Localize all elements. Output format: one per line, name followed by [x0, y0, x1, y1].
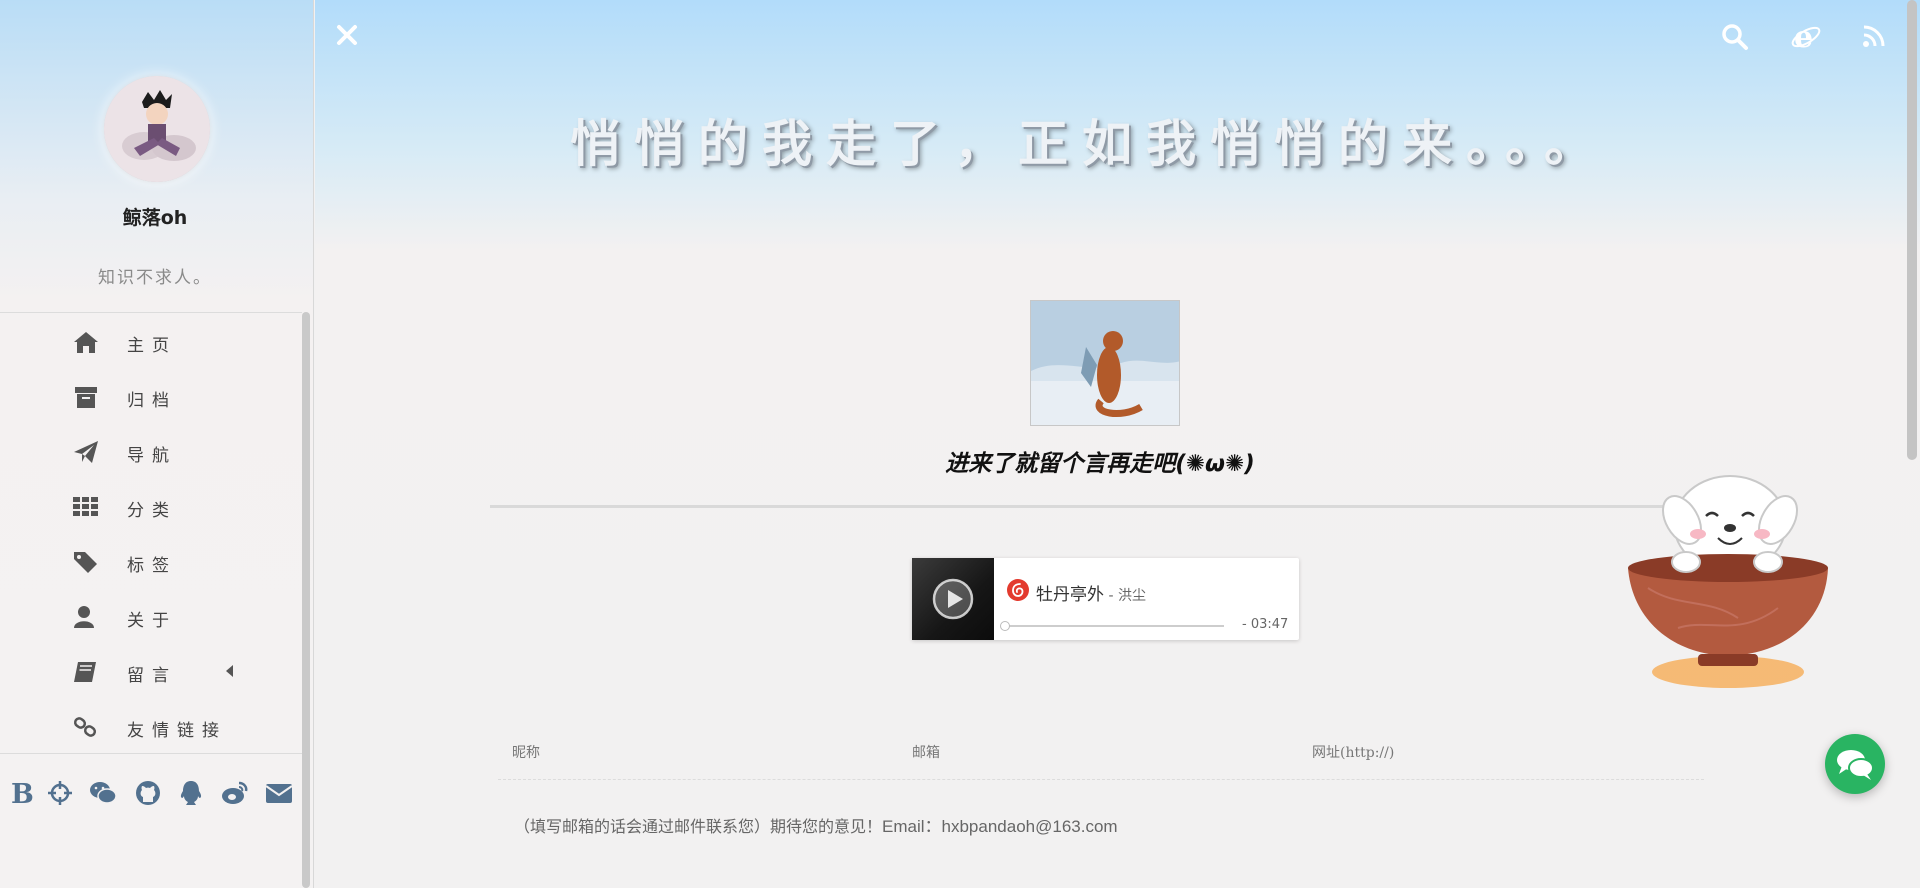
grid-icon — [73, 497, 98, 516]
github-icon[interactable] — [133, 778, 163, 808]
sidebar-item-home[interactable]: 主页 — [0, 314, 302, 369]
nickname-placeholder: 昵称 — [512, 745, 540, 761]
song-title: 牡丹亭外 - 洪尘 — [1036, 580, 1146, 605]
music-player: 牡丹亭外 - 洪尘 - 03:47 — [912, 558, 1299, 640]
page-headline: 悄悄的我走了，正如我悄悄的来。。。 — [570, 114, 1608, 173]
progress-bar[interactable] — [1004, 625, 1224, 627]
sidebar-menu: 主页 归档 导航 分类 标签 关于 留言 友情链接 — [0, 314, 302, 754]
chat-button[interactable] — [1825, 734, 1885, 794]
crosshair-icon[interactable] — [45, 778, 75, 808]
website-placeholder: 网址(http://) — [1312, 745, 1395, 761]
sidebar-item-guestbook[interactable]: 留言 — [0, 644, 302, 699]
paper-plane-icon — [74, 441, 98, 463]
divider — [0, 753, 302, 754]
dog-bowl-mascot — [1628, 475, 1828, 688]
bilibili-icon[interactable]: B — [8, 778, 38, 808]
user-icon — [74, 606, 94, 628]
divider — [0, 312, 302, 313]
chat-icon — [1837, 750, 1874, 780]
sidebar-item-categories[interactable]: 分类 — [0, 479, 302, 534]
netease-music-icon — [1007, 579, 1029, 601]
sidebar-item-label: 留言 — [127, 666, 177, 686]
album-cover[interactable] — [912, 558, 994, 640]
qq-icon[interactable] — [176, 778, 206, 808]
svg-text:B: B — [11, 779, 34, 808]
rss-icon[interactable] — [1862, 24, 1886, 48]
sidebar-item-archive[interactable]: 归档 — [0, 369, 302, 424]
sidebar-scrollbar[interactable] — [302, 312, 310, 888]
sidebar-item-label: 导航 — [127, 446, 177, 466]
ie-icon[interactable]: e — [1790, 21, 1822, 53]
comment-notice: （填写邮箱的话会通过邮件联系您）期待您的意见！Email：hxbpandaoh@… — [514, 812, 1118, 837]
nickname-field[interactable]: 昵称 — [512, 736, 892, 780]
sidebar-item-label: 标签 — [127, 556, 177, 576]
sidebar-item-links[interactable]: 友情链接 — [0, 699, 302, 754]
social-links: B — [0, 778, 302, 814]
sidebar-item-nav[interactable]: 导航 — [0, 424, 302, 479]
author-motto: 知识不求人。 — [98, 268, 212, 288]
sidebar-item-label: 关于 — [127, 611, 177, 631]
guestbook-invite: 进来了就留个言再走吧(✺ω✺) — [945, 451, 1255, 477]
sidebar-item-label: 分类 — [127, 501, 177, 521]
song-time: - 03:47 — [1242, 617, 1289, 632]
sidebar-item-label: 友情链接 — [127, 721, 227, 741]
sidebar-item-label: 归档 — [127, 391, 177, 411]
book-icon — [74, 662, 96, 682]
page-scrollbar[interactable] — [1907, 0, 1917, 460]
song-name: 牡丹亭外 — [1036, 585, 1104, 605]
search-icon[interactable] — [1720, 22, 1750, 52]
notice-text: （填写邮箱的话会通过邮件联系您）期待您的意见！ — [514, 817, 883, 836]
home-icon — [74, 332, 98, 353]
song-artist: - 洪尘 — [1104, 588, 1146, 604]
email-field[interactable]: 邮箱 — [912, 736, 1292, 780]
website-field[interactable]: 网址(http://) — [1312, 736, 1692, 780]
progress-handle[interactable] — [1000, 621, 1010, 631]
close-icon[interactable] — [334, 22, 360, 48]
notice-email: Email：hxbpandaoh@163.com — [882, 817, 1118, 836]
email-placeholder: 邮箱 — [912, 745, 940, 761]
link-icon — [73, 717, 97, 737]
mail-icon[interactable] — [264, 778, 294, 808]
form-underline — [498, 779, 1704, 780]
sidebar: 鲸落oh 知识不求人。 主页 归档 导航 分类 标签 关于 留言 友情链接 B — [0, 0, 314, 888]
avatar[interactable] — [104, 76, 210, 182]
weasel-gif — [1030, 300, 1180, 426]
play-icon[interactable] — [932, 578, 974, 620]
wechat-icon[interactable] — [88, 778, 118, 808]
sidebar-item-tags[interactable]: 标签 — [0, 534, 302, 589]
tags-icon — [74, 552, 97, 573]
author-name: 鲸落oh — [122, 207, 188, 229]
archive-icon — [75, 387, 97, 408]
weibo-icon[interactable] — [220, 778, 250, 808]
divider — [490, 505, 1680, 508]
sidebar-item-label: 主页 — [127, 336, 177, 356]
caret-left-icon — [226, 665, 233, 677]
sidebar-item-about[interactable]: 关于 — [0, 589, 302, 644]
